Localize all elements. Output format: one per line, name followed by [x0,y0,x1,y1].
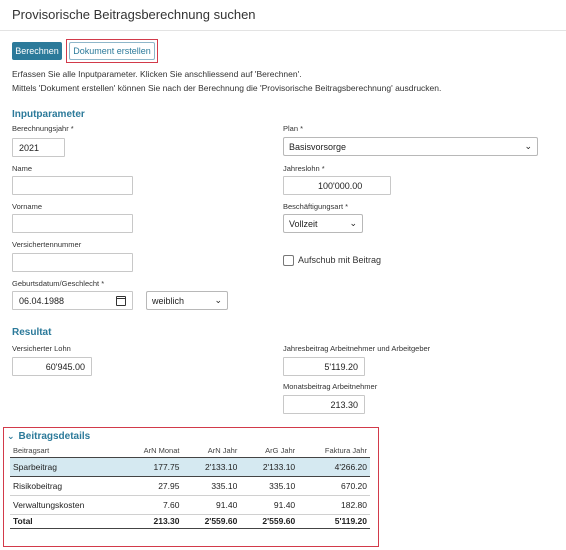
chevron-down-icon: ⌄ [349,218,357,228]
table-cell: 182.80 [298,495,370,515]
table-cell: 91.40 [182,495,241,515]
insured-number-input[interactable] [12,253,133,272]
table-cell: 4'266.20 [298,457,370,477]
create-document-button[interactable]: Dokument erstellen [69,42,155,60]
column-header: Beitragsart [10,445,120,458]
employment-select-value: Vollzeit [289,218,318,229]
table-cell: Verwaltungskosten [10,495,120,515]
table-cell: 335.10 [182,476,241,496]
info-text-1: Erfassen Sie alle Inputparameter. Klicke… [12,69,302,79]
table-cell: 2'133.10 [240,457,299,477]
table-row[interactable]: Verwaltungskosten 7.60 91.40 91.40 182.8… [10,495,370,515]
year-label: Berechnungsjahr * [12,124,74,133]
column-header: ArN Jahr [182,445,241,458]
gender-select-value: weiblich [152,295,185,306]
collapse-chevron-icon[interactable]: ⌄ [7,431,15,442]
monthly-contribution-value: 213.30 [283,395,365,414]
insured-number-label: Versichertennummer [12,240,82,249]
result-heading: Resultat [12,327,52,338]
table-cell: 670.20 [298,476,370,496]
column-header: Faktura Jahr [298,445,370,458]
plan-label: Plan * [283,124,304,133]
deferral-label: Aufschub mit Beitrag [298,255,382,265]
plan-select[interactable]: Basisvorsorge ⌄ [283,137,538,156]
table-header-row: Beitragsart ArN Monat ArN Jahr ArG Jahr … [10,445,370,458]
divider [0,30,566,31]
column-header: ArN Monat [120,445,183,458]
monthly-contribution-label: Monatsbeitrag Arbeitnehmer [283,382,378,391]
salary-input[interactable]: 100'000.00 [283,176,391,195]
birthdate-value: 06.04.1988 [19,295,65,306]
insured-salary-value: 60'945.00 [12,357,92,376]
inputparameter-heading: Inputparameter [12,109,85,120]
firstname-label: Vorname [12,202,43,211]
chevron-down-icon: ⌄ [524,141,532,151]
info-text-2: Mittels 'Dokument erstellen' können Sie … [12,83,442,93]
name-label: Name [12,164,33,173]
table-cell: Total [10,514,120,529]
table-cell: 213.30 [120,514,183,529]
employment-select[interactable]: Vollzeit ⌄ [283,214,363,233]
contribution-details-panel: ⌄ Beitragsdetails Beitragsart ArN Monat … [3,427,379,547]
employment-label: Beschäftigungsart * [283,202,349,211]
table-cell: 2'559.60 [182,514,241,529]
insured-salary-label: Versicherter Lohn [12,344,71,353]
birth-gender-label: Geburtsdatum/Geschlecht * [12,279,105,288]
column-header: ArG Jahr [240,445,299,458]
table-cell: 177.75 [120,457,183,477]
table-row[interactable]: Risikobeitrag 27.95 335.10 335.10 670.20 [10,476,370,496]
table-row[interactable]: Sparbeitrag 177.75 2'133.10 2'133.10 4'2… [10,457,370,477]
details-table: Beitragsart ArN Monat ArN Jahr ArG Jahr … [10,445,370,529]
table-cell: 7.60 [120,495,183,515]
page-title: Provisorische Beitragsberechnung suchen [12,7,256,22]
chevron-down-icon: ⌄ [214,295,222,305]
calendar-icon[interactable] [116,295,126,306]
salary-label: Jahreslohn * [283,164,325,173]
annual-contribution-label: Jahresbeitrag Arbeitnehmer und Arbeitgeb… [283,344,431,353]
table-cell: 27.95 [120,476,183,496]
name-input[interactable] [12,176,133,195]
table-cell: Risikobeitrag [10,476,120,496]
calculate-button[interactable]: Berechnen [12,42,62,60]
year-input[interactable]: 2021 [12,138,65,157]
table-cell: 2'559.60 [240,514,299,529]
table-cell: Sparbeitrag [10,457,120,477]
table-cell: 91.40 [240,495,299,515]
create-document-highlight: Dokument erstellen [66,39,158,63]
table-total-row: Total 213.30 2'559.60 2'559.60 5'119.20 [10,514,370,529]
plan-select-value: Basisvorsorge [289,141,347,152]
firstname-input[interactable] [12,214,133,233]
birthdate-input[interactable]: 06.04.1988 [12,291,133,310]
table-cell: 5'119.20 [298,514,370,529]
table-cell: 335.10 [240,476,299,496]
annual-contribution-value: 5'119.20 [283,357,365,376]
table-cell: 2'133.10 [182,457,241,477]
deferral-checkbox[interactable] [283,255,294,266]
gender-select[interactable]: weiblich ⌄ [146,291,228,310]
details-heading[interactable]: Beitragsdetails [19,431,91,442]
